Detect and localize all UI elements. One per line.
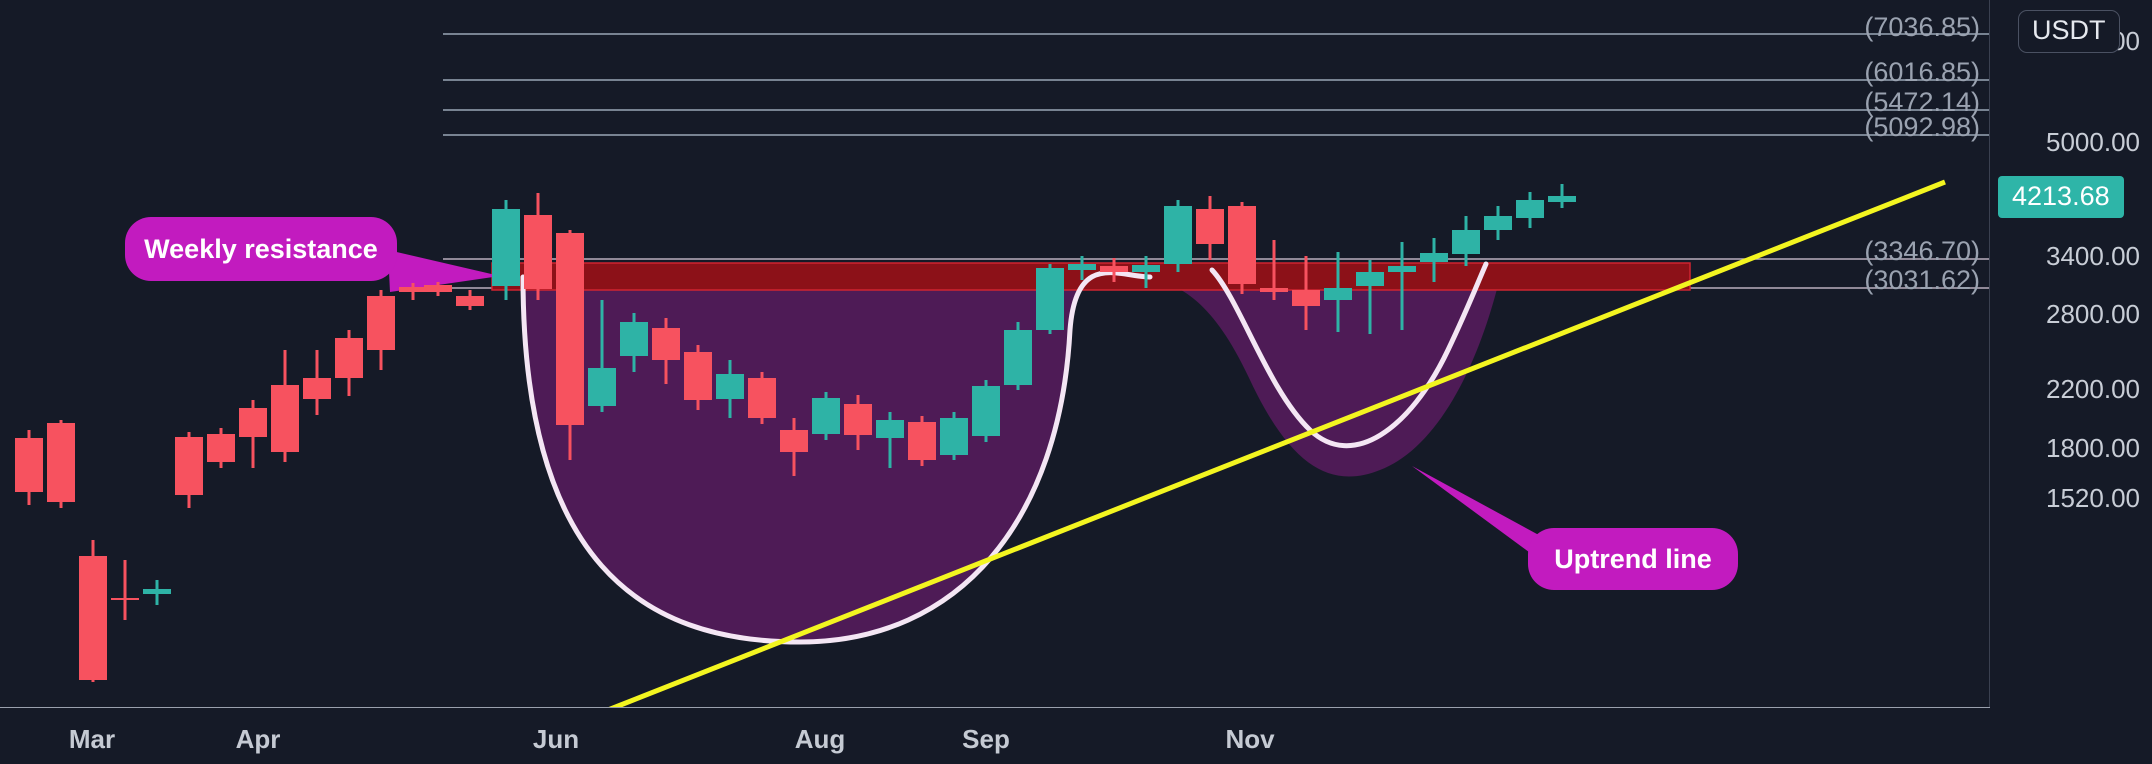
time-label-apr: Apr	[235, 724, 281, 754]
time-axis[interactable]: Mar Apr Jun Aug Sep Nov	[0, 708, 1990, 764]
price-axis[interactable]: 7000.00 USDT 5000.00 4213.68 3400.00 280…	[1990, 0, 2152, 764]
price-tick-3400: 3400.00	[2046, 241, 2140, 271]
candle-body[interactable]	[456, 296, 484, 306]
candle-body[interactable]	[524, 215, 552, 289]
uptrend-line-label: Uptrend line	[1554, 543, 1712, 574]
candle-body[interactable]	[876, 420, 904, 438]
time-label-nov: Nov	[1225, 724, 1275, 754]
candle-body[interactable]	[1036, 268, 1064, 330]
candle-body[interactable]	[1100, 266, 1128, 272]
candle-body[interactable]	[812, 398, 840, 434]
candle-body[interactable]	[239, 408, 267, 437]
price-tick-2200: 2200.00	[2046, 374, 2140, 404]
ext-label-5092: (5092.98)	[1864, 112, 1980, 142]
candle-body[interactable]	[1516, 200, 1544, 218]
time-label-aug: Aug	[794, 724, 846, 754]
candle-body[interactable]	[588, 368, 616, 406]
candle-body[interactable]	[367, 296, 395, 350]
candle-body[interactable]	[652, 328, 680, 360]
candle-body[interactable]	[15, 438, 43, 492]
unit-chip[interactable]: USDT	[2018, 10, 2120, 53]
candle-body[interactable]	[1068, 264, 1096, 270]
candle-body[interactable]	[1548, 196, 1576, 202]
price-tick-1520: 1520.00	[2046, 483, 2140, 513]
price-tick-2800: 2800.00	[2046, 299, 2140, 329]
candle-body[interactable]	[111, 598, 139, 600]
candle-body[interactable]	[143, 589, 171, 594]
candle-body[interactable]	[303, 378, 331, 399]
time-label-mar: Mar	[68, 724, 116, 754]
candle-body[interactable]	[335, 338, 363, 378]
candle-body[interactable]	[1324, 288, 1352, 300]
candle-body[interactable]	[1356, 272, 1384, 286]
candle-body[interactable]	[271, 385, 299, 452]
candle-body[interactable]	[47, 423, 75, 502]
candle-body[interactable]	[1292, 290, 1320, 306]
candle-body[interactable]	[1420, 253, 1448, 262]
price-tick-1800: 1800.00	[2046, 433, 2140, 463]
candle-body[interactable]	[908, 422, 936, 460]
weekly-resistance-callout[interactable]: Weekly resistance	[125, 217, 397, 281]
candle-body[interactable]	[79, 556, 107, 680]
time-label-jun: Jun	[532, 724, 580, 754]
candle-body[interactable]	[716, 374, 744, 399]
chart-plot-area[interactable]: Weekly resistance Uptrend line (7036.85)…	[0, 0, 1990, 708]
candle-body[interactable]	[1196, 209, 1224, 244]
candlestick-series[interactable]	[0, 0, 1990, 708]
candle-body[interactable]	[1260, 288, 1288, 292]
candle-body[interactable]	[844, 404, 872, 435]
candle-body[interactable]	[780, 430, 808, 452]
candle-body[interactable]	[620, 322, 648, 356]
candle-body[interactable]	[424, 285, 452, 292]
candle-body[interactable]	[1452, 230, 1480, 254]
candle-body[interactable]	[1228, 206, 1256, 284]
candle-body[interactable]	[1388, 266, 1416, 272]
candle-body[interactable]	[175, 437, 203, 495]
candle-body[interactable]	[1164, 206, 1192, 264]
candle-body[interactable]	[972, 386, 1000, 436]
time-label-sep: Sep	[962, 724, 1010, 754]
candle-body[interactable]	[399, 287, 427, 292]
candle-body[interactable]	[1484, 216, 1512, 230]
candle-body[interactable]	[1132, 265, 1160, 272]
ext-label-6016: (6016.85)	[1864, 57, 1980, 87]
trading-chart: Weekly resistance Uptrend line (7036.85)…	[0, 0, 2152, 764]
candle-body[interactable]	[207, 434, 235, 462]
candle-body[interactable]	[556, 233, 584, 425]
price-tick-5000: 5000.00	[2046, 127, 2140, 157]
ext-label-3346: (3346.70)	[1864, 236, 1980, 266]
ext-label-3031: (3031.62)	[1864, 265, 1980, 295]
current-price-badge[interactable]: 4213.68	[1998, 176, 2124, 218]
ext-label-7036: (7036.85)	[1864, 12, 1980, 42]
candle-body[interactable]	[684, 352, 712, 400]
candle-body[interactable]	[1004, 330, 1032, 385]
candle-body[interactable]	[748, 378, 776, 418]
weekly-resistance-label: Weekly resistance	[144, 233, 378, 264]
candle-body[interactable]	[492, 209, 520, 286]
uptrend-line-callout[interactable]: Uptrend line	[1528, 528, 1738, 590]
candle-body[interactable]	[940, 418, 968, 455]
